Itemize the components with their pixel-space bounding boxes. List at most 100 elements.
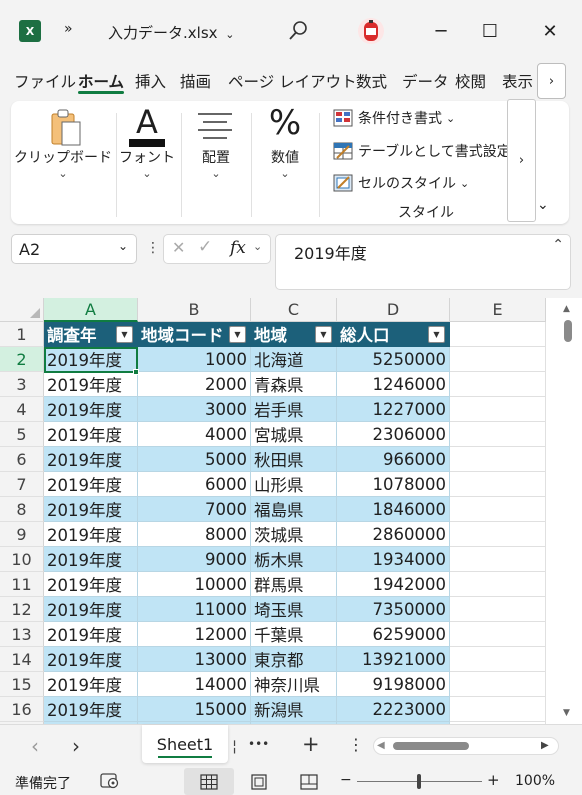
empty-cell[interactable] — [450, 672, 546, 697]
table-header-cell[interactable]: 総人口 ▼ — [337, 322, 450, 347]
table-cell[interactable]: 北海道 — [251, 347, 337, 372]
empty-cell[interactable] — [450, 497, 546, 522]
row-header[interactable]: 1 — [0, 322, 44, 347]
select-all-corner[interactable] — [0, 298, 44, 322]
ribbon-collapse-button[interactable]: ⌄ — [537, 197, 549, 213]
row-header[interactable]: 14 — [0, 647, 44, 672]
close-button[interactable]: ✕ — [533, 14, 567, 48]
column-header-b[interactable]: B — [138, 298, 251, 322]
table-cell[interactable]: 埼玉県 — [251, 597, 337, 622]
overflow-button[interactable]: » — [64, 21, 73, 37]
tab-review[interactable]: 校閲 — [455, 70, 486, 92]
table-cell[interactable]: 2019年度 — [44, 472, 138, 497]
table-cell[interactable]: 茨城県 — [251, 522, 337, 547]
table-cell[interactable]: 2019年度 — [44, 622, 138, 647]
empty-cell[interactable] — [450, 647, 546, 672]
table-cell[interactable]: 2019年度 — [44, 672, 138, 697]
table-header-cell[interactable]: 地域 ▼ — [251, 322, 337, 347]
table-cell[interactable]: 3000 — [138, 397, 251, 422]
empty-cell[interactable] — [450, 522, 546, 547]
zoom-in-button[interactable]: + — [487, 771, 500, 789]
row-header[interactable]: 8 — [0, 497, 44, 522]
normal-view-button[interactable] — [184, 768, 234, 795]
ribbon-scroll-button[interactable]: › — [507, 99, 536, 222]
table-cell[interactable]: 15000 — [138, 697, 251, 722]
more-sheets-button[interactable]: ••• — [248, 737, 269, 751]
cell-styles-button[interactable]: セルのスタイル ⌄ — [333, 173, 469, 193]
table-cell[interactable]: 2019年度 — [44, 422, 138, 447]
row-header[interactable]: 6 — [0, 447, 44, 472]
table-cell[interactable]: 群馬県 — [251, 572, 337, 597]
row-header[interactable]: 7 — [0, 472, 44, 497]
table-cell[interactable]: 千葉県 — [251, 622, 337, 647]
table-cell[interactable]: 2019年度 — [44, 547, 138, 572]
column-header-c[interactable]: C — [251, 298, 337, 322]
column-header-e[interactable]: E — [450, 298, 546, 322]
empty-cell[interactable] — [450, 372, 546, 397]
spreadsheet-grid[interactable]: A B C D E 1 2 3 4 5 6 7 8 9 10 11 12 13 14 15 16 調査年 ▼ 地域コード ▼ 地域… — [0, 298, 582, 724]
conditional-format-button[interactable]: 条件付き書式 ⌄ — [333, 108, 455, 128]
table-cell[interactable]: 10000 — [138, 572, 251, 597]
table-cell[interactable]: 福島県 — [251, 497, 337, 522]
row-header[interactable]: 13 — [0, 622, 44, 647]
table-cell[interactable]: 966000 — [337, 447, 450, 472]
empty-cell[interactable] — [450, 697, 546, 722]
enter-icon[interactable]: ✓ — [198, 237, 212, 257]
empty-cell[interactable] — [450, 572, 546, 597]
fill-handle[interactable] — [133, 369, 139, 375]
row-header[interactable]: 16 — [0, 697, 44, 722]
table-cell[interactable]: 6000 — [138, 472, 251, 497]
table-cell[interactable]: 1227000 — [337, 397, 450, 422]
table-cell[interactable]: 6259000 — [337, 622, 450, 647]
table-cell[interactable]: 栃木県 — [251, 547, 337, 572]
table-cell[interactable]: 秋田県 — [251, 447, 337, 472]
table-cell[interactable]: 12000 — [138, 622, 251, 647]
tab-insert[interactable]: 挿入 — [135, 70, 166, 92]
scroll-down-button[interactable]: ▼ — [563, 708, 570, 718]
table-cell[interactable]: 1000 — [138, 347, 251, 372]
table-cell[interactable]: 2000 — [138, 372, 251, 397]
font-group[interactable]: フォント ⌄ — [117, 147, 177, 180]
tab-data[interactable]: データ — [402, 70, 449, 92]
horizontal-scroll-thumb[interactable] — [393, 742, 469, 750]
filter-dropdown-icon[interactable]: ▼ — [116, 326, 133, 343]
table-cell[interactable]: 1846000 — [337, 497, 450, 522]
table-cell[interactable]: 2019年度 — [44, 572, 138, 597]
table-cell[interactable]: 2019年度 — [44, 397, 138, 422]
prev-sheet-button[interactable]: ‹ — [31, 734, 39, 758]
page-layout-view-button[interactable] — [234, 768, 284, 795]
filter-dropdown-icon[interactable]: ▼ — [229, 326, 246, 343]
empty-cell[interactable] — [450, 547, 546, 572]
table-cell[interactable]: 岩手県 — [251, 397, 337, 422]
table-header-cell[interactable]: 調査年 ▼ — [44, 322, 138, 347]
next-sheet-button[interactable]: › — [72, 734, 80, 758]
table-cell[interactable]: 2019年度 — [44, 697, 138, 722]
empty-cell[interactable] — [450, 322, 546, 347]
chevron-up-icon[interactable]: ⌃ — [552, 237, 564, 253]
row-header[interactable]: 2 — [0, 347, 44, 372]
row-header[interactable]: 3 — [0, 372, 44, 397]
column-header-a[interactable]: A — [44, 298, 138, 322]
accessibility-icon[interactable] — [100, 772, 120, 790]
table-cell[interactable]: 13921000 — [337, 647, 450, 672]
row-header[interactable]: 12 — [0, 597, 44, 622]
row-header[interactable]: 11 — [0, 572, 44, 597]
tab-file[interactable]: ファイル — [14, 70, 76, 92]
zoom-out-button[interactable]: − — [340, 772, 352, 788]
table-cell[interactable]: 14000 — [138, 672, 251, 697]
table-cell[interactable]: 2019年度 — [44, 372, 138, 397]
tab-home[interactable]: ホーム — [78, 70, 124, 92]
row-header[interactable]: 4 — [0, 397, 44, 422]
more-options-icon[interactable]: ⋮ — [146, 240, 160, 256]
tabs-more-button[interactable]: › — [537, 63, 566, 99]
vertical-scroll-thumb[interactable] — [564, 320, 572, 342]
table-cell[interactable]: 2223000 — [337, 697, 450, 722]
tab-page-layout[interactable]: ページ レイアウト — [228, 70, 357, 92]
add-sheet-button[interactable]: + — [302, 732, 320, 756]
tab-draw[interactable]: 描画 — [180, 70, 211, 92]
table-cell[interactable]: 神奈川県 — [251, 672, 337, 697]
scroll-left-button[interactable]: ◀ — [377, 740, 385, 751]
cancel-icon[interactable]: ✕ — [172, 238, 185, 257]
row-header[interactable]: 5 — [0, 422, 44, 447]
alignment-group[interactable]: 配置 ⌄ — [185, 147, 247, 180]
